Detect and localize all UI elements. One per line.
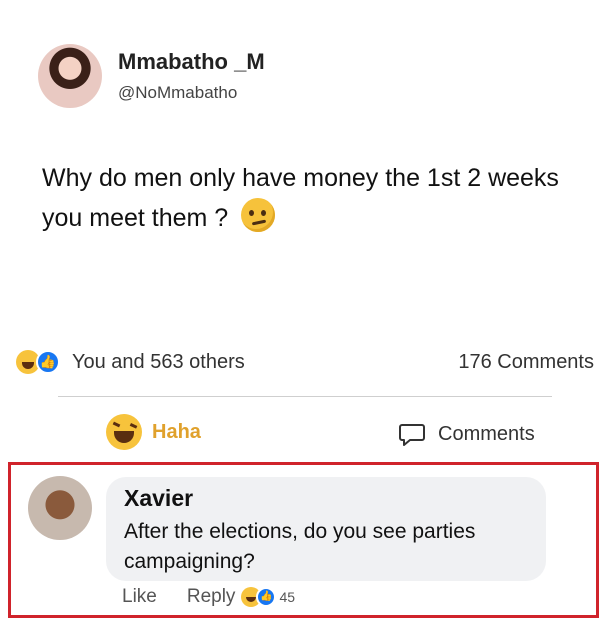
comment-like-button[interactable]: Like — [122, 586, 157, 608]
haha-emoji-icon — [106, 414, 142, 450]
post-header: Mmabatho _M @NoMmabatho — [38, 44, 265, 108]
divider — [58, 396, 552, 397]
reactions-summary-bar: 👍 You and 563 others 176 Comments — [16, 350, 594, 374]
comment-actions: Like Reply 👍 45 — [122, 586, 295, 608]
haha-label: Haha — [152, 420, 201, 443]
commenter-avatar[interactable] — [28, 476, 92, 540]
author-handle[interactable]: @NoMmabatho — [118, 83, 265, 103]
reaction-icons: 👍 — [16, 350, 64, 374]
like-reaction-icon: 👍 — [36, 350, 60, 374]
smirk-emoji-icon — [241, 198, 276, 232]
comment-reaction-icons[interactable]: 👍 — [241, 587, 277, 607]
comment-reaction-count: 45 — [279, 589, 296, 605]
author-info: Mmabatho _M @NoMmabatho — [118, 49, 265, 103]
commenter-name[interactable]: Xavier — [124, 485, 193, 512]
comments-count[interactable]: 176 Comments — [458, 351, 594, 374]
haha-button[interactable]: Haha — [106, 414, 201, 450]
comments-button[interactable]: Comments — [398, 420, 535, 448]
author-name[interactable]: Mmabatho _M — [118, 49, 265, 75]
post-text: Why do men only have money the 1st 2 wee… — [42, 158, 562, 238]
action-bar: Haha Comments — [0, 408, 608, 458]
author-avatar[interactable] — [38, 44, 102, 108]
reactions-summary[interactable]: 👍 You and 563 others — [16, 350, 245, 374]
post-text-content: Why do men only have money the 1st 2 wee… — [42, 164, 559, 232]
reactions-summary-text: You and 563 others — [72, 350, 245, 373]
comment-bubble: Xavier After the elections, do you see p… — [106, 477, 546, 581]
like-reaction-icon: 👍 — [256, 587, 277, 607]
comments-label: Comments — [438, 422, 535, 445]
comment-reply-button[interactable]: Reply — [187, 586, 236, 608]
comment-bubble-icon — [399, 424, 425, 446]
comment-text: After the elections, do you see parties … — [124, 520, 476, 573]
